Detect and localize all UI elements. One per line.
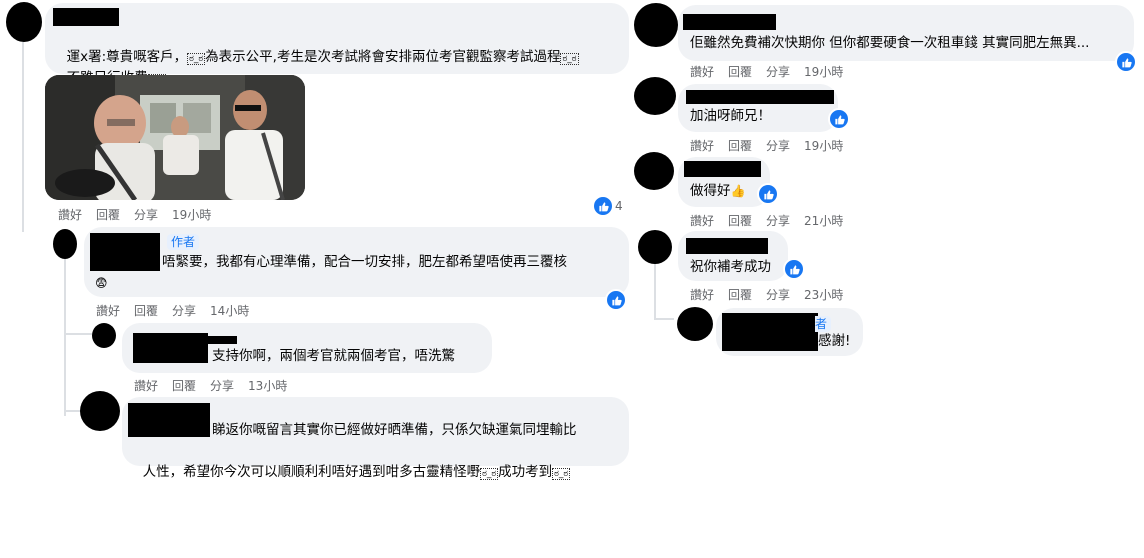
timestamp[interactable]: 19小時: [804, 137, 843, 154]
reply-button[interactable]: 回覆: [728, 137, 752, 154]
avatar[interactable]: [638, 230, 672, 264]
avatar[interactable]: [6, 2, 42, 42]
share-button[interactable]: 分享: [210, 377, 234, 394]
redacted-author-name[interactable]: [686, 90, 834, 104]
emoji-box: ಠ_ಠ: [480, 468, 499, 480]
share-button[interactable]: 分享: [766, 63, 790, 80]
comment-text-part: 做得好: [690, 183, 731, 199]
like-reaction-icon[interactable]: [1115, 51, 1137, 73]
like-button[interactable]: 讚好: [690, 137, 714, 154]
share-button[interactable]: 分享: [766, 286, 790, 303]
timestamp[interactable]: 21小時: [804, 212, 843, 229]
thread-line: [654, 260, 656, 318]
comment-text: 感謝!: [818, 333, 851, 349]
like-thumb-icon: [611, 295, 622, 305]
author-badge: 作者: [167, 234, 200, 250]
redacted-author-name[interactable]: [128, 403, 210, 437]
avatar[interactable]: [634, 152, 674, 190]
reply-button[interactable]: 回覆: [728, 212, 752, 229]
like-button[interactable]: 讚好: [134, 377, 158, 394]
like-button[interactable]: 讚好: [690, 212, 714, 229]
comment-text: 唔緊要，我都有心理準備，配合一切安排，肥左都希望唔使再三覆核: [162, 254, 567, 270]
like-button[interactable]: 讚好: [58, 206, 82, 223]
comment-actions: 讚好 回覆 分享 19小時: [690, 137, 857, 154]
thread-line: [654, 318, 674, 320]
timestamp[interactable]: 14小時: [210, 302, 249, 319]
like-thumb-icon: [834, 114, 845, 124]
comment-text-line2: 人性，希望你今次可以順順利利唔好遇到咁多古靈精怪嘢 ಠ_ಠ 成功考到 ಠ_ಠ: [134, 441, 571, 485]
like-reaction-icon[interactable]: [757, 183, 779, 205]
comment-text-part: 為表示公平,考生是次考試將會安排兩位考官觀監察考試過程: [205, 49, 561, 65]
comment-text: 睇返你嘅留言其實你已經做好晒準備，只係欠缺運氣同埋輸比: [212, 422, 577, 438]
thread-line: [64, 258, 66, 416]
share-button[interactable]: 分享: [134, 206, 158, 223]
like-thumb-icon: [598, 201, 609, 211]
redacted-author-name[interactable]: [683, 14, 776, 30]
comment-actions: 讚好 回覆 分享 19小時: [690, 63, 857, 80]
reply-button[interactable]: 回覆: [728, 63, 752, 80]
timestamp[interactable]: 19小時: [172, 206, 211, 223]
comment-text: 做得好👍: [690, 181, 745, 202]
share-button[interactable]: 分享: [766, 137, 790, 154]
thumbs-up-emoji: 👍: [730, 184, 746, 198]
like-button[interactable]: 讚好: [96, 302, 120, 319]
timestamp[interactable]: 19小時: [804, 63, 843, 80]
redacted-author-name-tail: [205, 336, 237, 344]
comment-actions: 讚好 回覆 分享 14小時: [96, 302, 263, 319]
avatar[interactable]: [634, 3, 678, 47]
share-button[interactable]: 分享: [172, 302, 196, 319]
like-reaction-icon[interactable]: [783, 258, 805, 280]
comment-actions: 讚好 回覆 分享 19小時: [58, 206, 225, 223]
avatar[interactable]: [677, 307, 713, 341]
comment-actions: 讚好 回覆 分享 21小時: [690, 212, 857, 229]
reply-button[interactable]: 回覆: [134, 302, 158, 319]
like-thumb-icon: [763, 189, 774, 199]
comment-actions: 讚好 回覆 分享 23小時: [690, 286, 857, 303]
author-badge: 者: [815, 316, 832, 332]
like-reaction-icon[interactable]: [605, 289, 627, 311]
like-reaction-icon[interactable]: [592, 195, 614, 217]
reply-button[interactable]: 回覆: [96, 206, 120, 223]
share-button[interactable]: 分享: [766, 212, 790, 229]
emoji: 😨: [95, 276, 108, 290]
redacted-author-name[interactable]: [133, 333, 208, 363]
reaction-count[interactable]: 4: [615, 199, 623, 213]
redacted-author-name[interactable]: [686, 238, 768, 254]
avatar[interactable]: [92, 323, 116, 348]
like-button[interactable]: 讚好: [690, 63, 714, 80]
car-interior-image: [45, 75, 305, 200]
thread-line: [64, 333, 92, 335]
comment-text: 佢雖然免費補次快期你 但你都要硬食一次租車錢 其實同肥左無異...: [690, 35, 1090, 51]
like-button[interactable]: 讚好: [690, 286, 714, 303]
redacted-author-name[interactable]: [722, 313, 818, 351]
redacted-author-name[interactable]: [684, 161, 761, 177]
avatar[interactable]: [80, 391, 120, 431]
like-thumb-icon: [789, 264, 800, 274]
like-thumb-icon: [1121, 57, 1132, 67]
emoji-box: ಠ_ಠ: [552, 468, 571, 480]
comment-actions: 讚好 回覆 分享 13小時: [134, 377, 301, 394]
reply-button[interactable]: 回覆: [728, 286, 752, 303]
comment-text: 祝你補考成功: [690, 259, 771, 275]
comment-text-part: 成功考到: [498, 464, 553, 480]
timestamp[interactable]: 13小時: [248, 377, 287, 394]
comment-text: 支持你啊，兩個考官就兩個考官，唔洗驚: [212, 348, 455, 364]
attached-photo[interactable]: [45, 75, 305, 200]
emoji-box: ಠ_ಠ: [560, 53, 579, 65]
comment-text: 加油呀師兄！: [690, 108, 771, 124]
thread-line: [22, 42, 24, 232]
avatar[interactable]: [53, 229, 77, 259]
avatar[interactable]: [634, 77, 676, 115]
reply-button[interactable]: 回覆: [172, 377, 196, 394]
redacted-author-name[interactable]: [90, 233, 160, 271]
emoji-box: ಠ_ಠ: [187, 53, 206, 65]
comment-text-part: 人性，希望你今次可以順順利利唔好遇到咁多古靈精怪嘢: [142, 464, 481, 480]
like-reaction-icon[interactable]: [828, 108, 850, 130]
redacted-author-name[interactable]: [53, 8, 119, 26]
timestamp[interactable]: 23小時: [804, 286, 843, 303]
